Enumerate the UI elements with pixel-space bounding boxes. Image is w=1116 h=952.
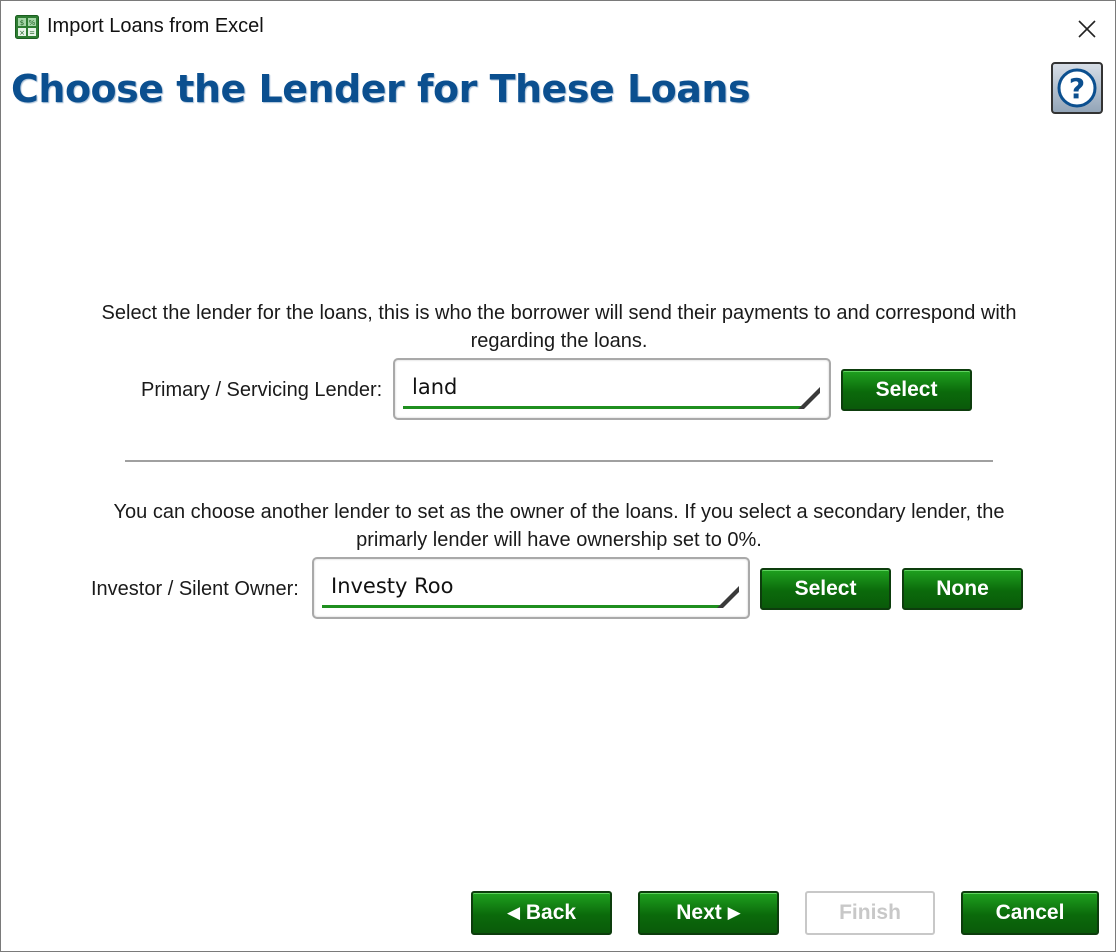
secondary-lender-description: You can choose another lender to set as …	[113, 501, 1005, 551]
import-loans-dialog: $ % × = Import Loans from Excel Choose t…	[0, 0, 1116, 952]
close-button[interactable]	[1067, 9, 1107, 49]
primary-lender-value: land	[412, 375, 458, 399]
help-symbol: ?	[1069, 72, 1085, 105]
svg-text:×: ×	[19, 29, 25, 37]
svg-text:%: %	[29, 19, 36, 27]
next-button[interactable]: Next ▶	[638, 891, 779, 935]
select-primary-lender-button[interactable]: Select	[841, 369, 972, 411]
cancel-button[interactable]: Cancel	[961, 891, 1099, 935]
primary-lender-description: Select the lender for the loans, this is…	[101, 302, 1017, 352]
resize-grip-icon	[717, 586, 739, 608]
finish-button[interactable]: Finish	[805, 891, 935, 935]
spreadsheet-icon: $ % × =	[15, 15, 39, 39]
select-investor-button[interactable]: Select	[760, 568, 891, 610]
next-button-label: Next	[676, 901, 722, 924]
investor-owner-label: Investor / Silent Owner:	[91, 578, 299, 600]
field-underline	[322, 605, 730, 608]
none-investor-button[interactable]: None	[902, 568, 1023, 610]
help-button[interactable]: ?	[1051, 62, 1103, 114]
svg-text:$: $	[20, 19, 24, 27]
investor-owner-field[interactable]: Investy Roo	[312, 557, 750, 619]
resize-grip-icon	[798, 387, 820, 409]
title-bar: $ % × = Import Loans from Excel	[1, 1, 1115, 55]
help-icon: ?	[1057, 68, 1097, 108]
back-button-label: Back	[525, 901, 577, 924]
back-arrow-icon: ◀	[506, 903, 521, 922]
section-divider	[125, 460, 993, 462]
back-button[interactable]: ◀ Back	[471, 891, 612, 935]
page-title: Choose the Lender for These Loans	[11, 67, 751, 111]
primary-lender-field[interactable]: land	[393, 358, 831, 420]
close-icon	[1078, 20, 1096, 38]
next-arrow-icon: ▶	[727, 903, 741, 922]
primary-lender-label: Primary / Servicing Lender:	[141, 379, 383, 401]
field-underline	[403, 406, 811, 409]
svg-text:=: =	[29, 29, 35, 37]
investor-owner-value: Investy Roo	[331, 574, 454, 598]
window-title: Import Loans from Excel	[47, 15, 264, 37]
